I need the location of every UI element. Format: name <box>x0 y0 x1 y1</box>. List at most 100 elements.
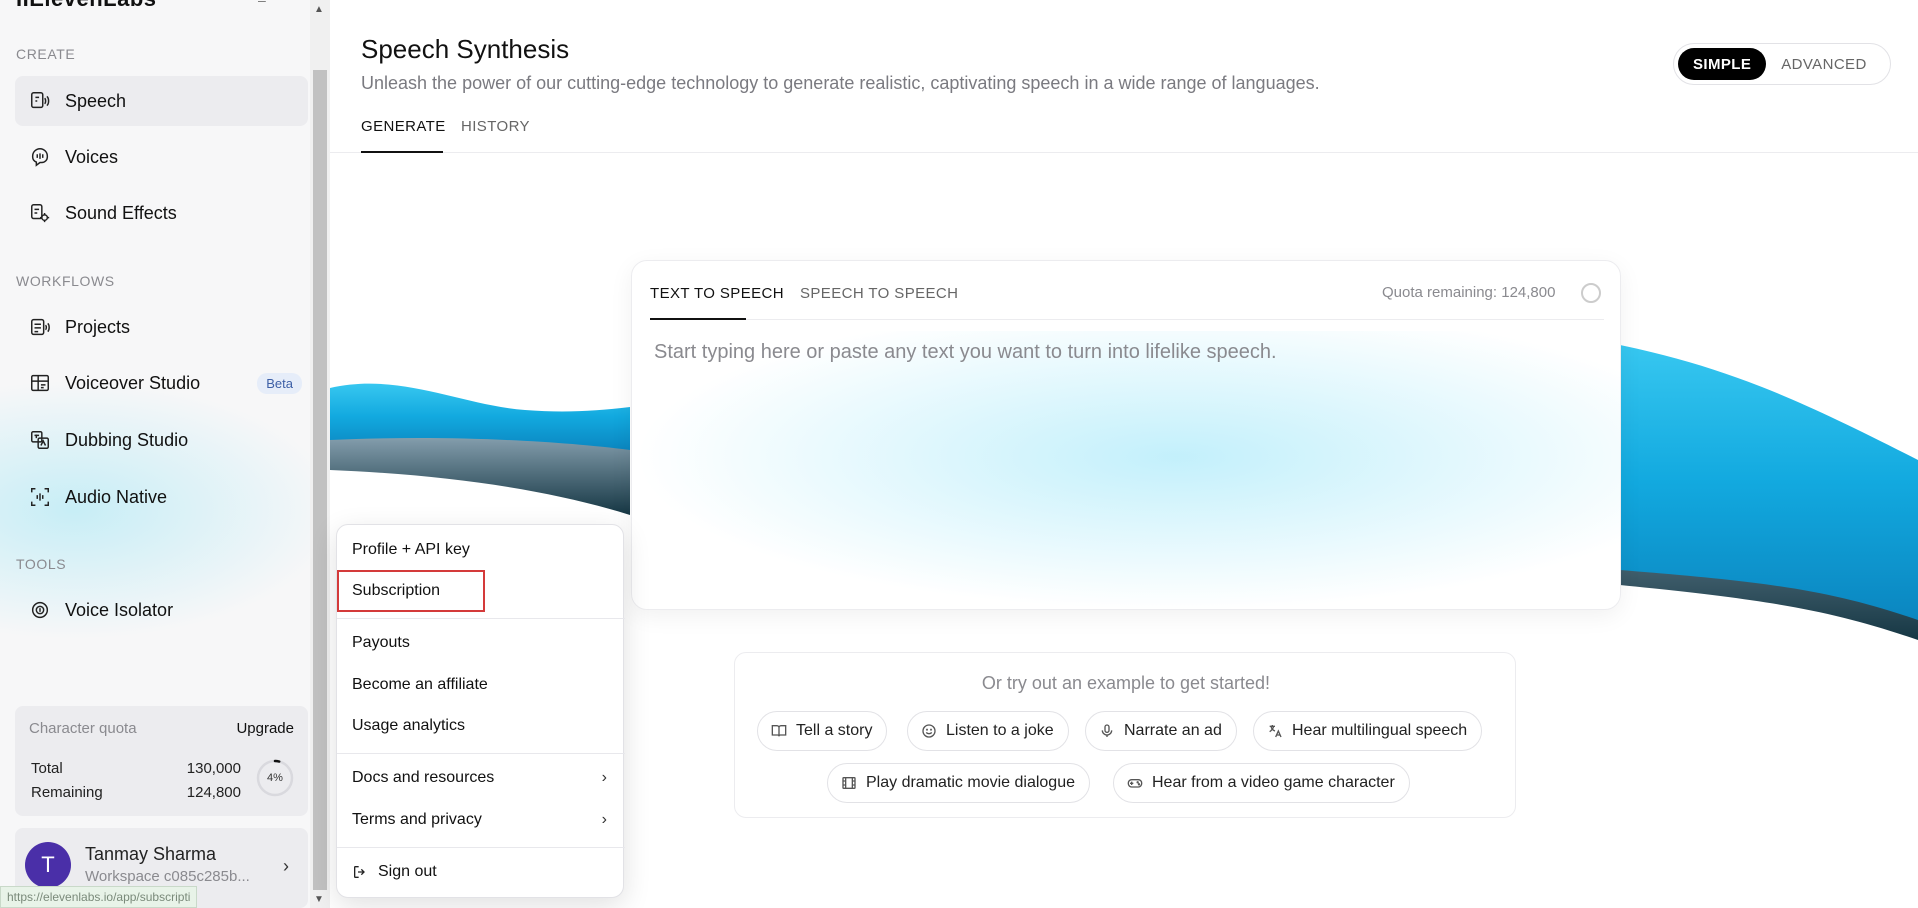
tab-text-to-speech[interactable]: TEXT TO SPEECH <box>650 285 784 302</box>
menu-item-become-affiliate[interactable]: Become an affiliate <box>337 666 625 704</box>
sidebar-item-label: Voiceover Studio <box>65 372 201 393</box>
example-movie-dialogue-button[interactable]: Play dramatic movie dialogue <box>827 763 1090 803</box>
quota-remaining-text: Quota remaining: 124,800 <box>1382 284 1556 301</box>
highlight-box <box>337 570 485 612</box>
menu-item-terms-privacy[interactable]: Terms and privacy › <box>337 801 625 839</box>
projects-icon <box>29 316 51 338</box>
tts-text-input[interactable] <box>654 341 1594 591</box>
voices-icon <box>29 146 51 168</box>
sidebar-item-voice-isolator[interactable]: Voice Isolator <box>15 585 308 635</box>
menu-divider <box>337 847 625 848</box>
sidebar-item-speech[interactable]: Speech <box>15 76 308 126</box>
voice-isolator-icon <box>29 599 51 621</box>
sidebar-item-label: Dubbing Studio <box>65 429 189 450</box>
menu-item-label: Payouts <box>352 634 410 651</box>
status-bar-url: https://elevenlabs.io/app/subscripti <box>0 886 198 908</box>
example-multilingual-speech-button[interactable]: Hear multilingual speech <box>1253 711 1483 751</box>
scroll-down-icon[interactable]: ▼ <box>314 894 324 905</box>
sidebar-item-audio-native[interactable]: Audio Native <box>15 472 308 522</box>
sidebar-item-label: Voices <box>65 146 119 167</box>
sidebar: IIElevenLabs – CREATE Speech Voices Soun… <box>0 0 310 908</box>
character-quota-card: Character quota Upgrade Total 130,000 Re… <box>15 706 308 816</box>
chip-label: Hear from a video game character <box>1152 774 1395 791</box>
sign-out-icon <box>352 864 368 880</box>
menu-divider <box>337 753 625 754</box>
gamepad-icon <box>1126 774 1144 792</box>
voiceover-icon <box>29 372 51 394</box>
sound-effects-icon <box>29 202 51 224</box>
chevron-right-icon: › <box>283 856 289 876</box>
example-video-game-character-button[interactable]: Hear from a video game character <box>1113 763 1410 803</box>
examples-title: Or try out an example to get started! <box>981 673 1271 693</box>
tab-history[interactable]: HISTORY <box>461 118 530 135</box>
quota-percent: 4% <box>267 772 283 784</box>
book-icon <box>770 722 788 740</box>
tts-divider <box>650 319 1604 320</box>
collapse-sidebar-icon[interactable]: – <box>258 0 274 8</box>
quota-remaining-value: 124,800 <box>186 784 241 801</box>
tab-generate[interactable]: GENERATE <box>361 118 446 135</box>
quota-spinner-icon <box>1581 283 1601 303</box>
scroll-thumb[interactable] <box>313 70 327 890</box>
avatar: T <box>25 842 71 888</box>
sidebar-item-label: Projects <box>65 316 131 337</box>
quota-remaining-label: Remaining <box>31 784 103 801</box>
section-label-tools: TOOLS <box>16 556 67 572</box>
beta-badge: Beta <box>257 372 302 394</box>
menu-divider <box>337 618 625 619</box>
film-icon <box>840 774 858 792</box>
mode-toggle: SIMPLE ADVANCED <box>1673 43 1891 85</box>
tts-tab-underline <box>650 318 746 320</box>
account-menu: Profile + API key Subscription Payouts B… <box>336 524 625 898</box>
header-divider <box>330 152 1918 153</box>
mode-advanced-button[interactable]: ADVANCED <box>1766 48 1881 80</box>
tab-speech-to-speech[interactable]: SPEECH TO SPEECH <box>800 285 958 302</box>
menu-item-usage-analytics[interactable]: Usage analytics <box>337 707 625 745</box>
menu-item-label: Usage analytics <box>352 717 465 734</box>
menu-item-docs-resources[interactable]: Docs and resources › <box>337 759 625 797</box>
menu-item-profile-api-key[interactable]: Profile + API key <box>337 531 625 569</box>
mode-simple-button[interactable]: SIMPLE <box>1678 48 1767 80</box>
sidebar-scrollbar[interactable]: ▲ ▼ <box>310 0 330 908</box>
sidebar-item-voices[interactable]: Voices <box>15 132 308 182</box>
workspace-name: Workspace c085c285b... <box>85 868 250 885</box>
scroll-up-icon[interactable]: ▲ <box>314 4 324 15</box>
menu-item-sign-out[interactable]: Sign out <box>337 853 625 891</box>
smile-icon <box>920 722 938 740</box>
menu-item-payouts[interactable]: Payouts <box>337 624 625 662</box>
sidebar-item-dubbing-studio[interactable]: Dubbing Studio <box>15 415 308 465</box>
sidebar-item-label: Voice Isolator <box>65 599 174 620</box>
dubbing-icon <box>29 429 51 451</box>
quota-total-row: Total 130,000 <box>31 760 241 777</box>
section-label-workflows: WORKFLOWS <box>16 273 115 289</box>
page-subtitle: Unleash the power of our cutting-edge te… <box>361 73 1320 93</box>
tab-underline <box>361 151 443 153</box>
menu-item-label: Sign out <box>378 863 437 880</box>
chip-label: Listen to a joke <box>946 722 1054 739</box>
speech-icon <box>29 90 51 112</box>
quota-label: Character quota <box>29 720 137 737</box>
app-logo[interactable]: IIElevenLabs <box>16 0 157 12</box>
sidebar-item-sound-effects[interactable]: Sound Effects <box>15 188 308 238</box>
quota-total-value: 130,000 <box>186 760 241 777</box>
audio-native-icon <box>29 486 51 508</box>
example-listen-to-a-joke-button[interactable]: Listen to a joke <box>907 711 1069 751</box>
examples-card: Or try out an example to get started! Te… <box>734 652 1516 818</box>
chevron-right-icon: › <box>601 769 607 786</box>
user-name: Tanmay Sharma <box>85 844 217 864</box>
menu-item-label: Terms and privacy <box>352 811 482 828</box>
chip-label: Play dramatic movie dialogue <box>866 774 1075 791</box>
sidebar-item-projects[interactable]: Projects <box>15 302 308 352</box>
example-narrate-an-ad-button[interactable]: Narrate an ad <box>1085 711 1237 751</box>
sidebar-item-label: Speech <box>65 90 127 111</box>
menu-item-label: Docs and resources <box>352 769 495 786</box>
microphone-icon <box>1098 722 1116 740</box>
example-tell-a-story-button[interactable]: Tell a story <box>757 711 888 751</box>
chip-label: Narrate an ad <box>1124 722 1222 739</box>
translate-icon <box>1266 722 1284 740</box>
sidebar-item-label: Sound Effects <box>65 202 177 223</box>
menu-item-label: Profile + API key <box>352 541 470 558</box>
sidebar-item-voiceover-studio[interactable]: Voiceover Studio Beta <box>15 358 308 408</box>
chip-label: Hear multilingual speech <box>1292 722 1468 739</box>
upgrade-link[interactable]: Upgrade <box>236 720 294 737</box>
